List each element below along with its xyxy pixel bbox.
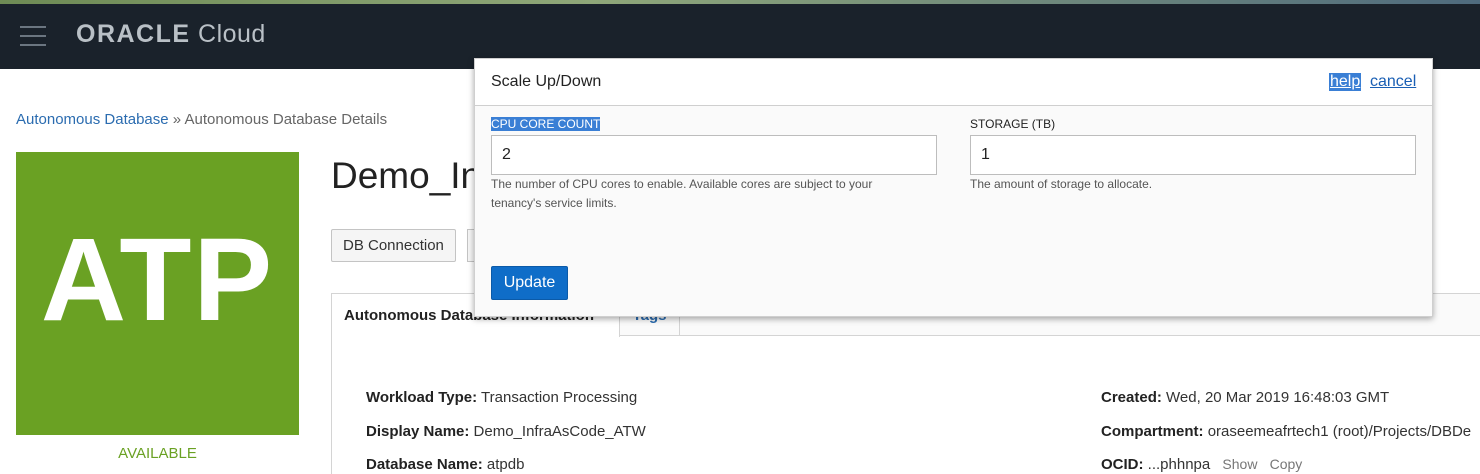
database-name-label: Database Name: xyxy=(366,456,483,473)
dialog-header: Scale Up/Down help cancel xyxy=(475,59,1432,106)
database-name-value: atpdb xyxy=(486,456,525,473)
display-name-label: Display Name: xyxy=(366,423,470,440)
workload-type-label: Workload Type: xyxy=(366,389,478,406)
cpu-core-count-label: CPU CORE COUNT xyxy=(491,117,601,131)
created-label: Created: xyxy=(1101,389,1162,406)
created-value: Wed, 20 Mar 2019 16:48:03 GMT xyxy=(1166,389,1390,406)
ocid-copy-link[interactable]: Copy xyxy=(1270,456,1303,472)
status-label: AVAILABLE xyxy=(118,445,197,462)
dialog-title: Scale Up/Down xyxy=(491,73,602,90)
breadcrumb-current: Autonomous Database Details xyxy=(184,111,388,128)
ocid-show-link[interactable]: Show xyxy=(1222,456,1257,472)
brand-oracle: ORACLE xyxy=(76,20,191,48)
storage-input[interactable] xyxy=(970,135,1416,175)
display-name-value: Demo_InfraAsCode_ATW xyxy=(473,423,646,440)
atp-tile: ATP xyxy=(16,152,299,435)
scale-up-down-dialog: Scale Up/Down help cancel CPU CORE COUNT… xyxy=(474,58,1433,317)
oracle-cloud-logo[interactable]: ORACLE Cloud xyxy=(76,20,266,49)
breadcrumb-separator: » xyxy=(172,111,182,128)
update-button[interactable]: Update xyxy=(491,266,568,300)
breadcrumb-link-autonomous-database[interactable]: Autonomous Database xyxy=(16,111,169,128)
hamburger-menu-icon[interactable] xyxy=(20,26,46,46)
ocid-label: OCID: xyxy=(1101,456,1144,473)
help-link[interactable]: help xyxy=(1329,73,1362,91)
brand-cloud: Cloud xyxy=(198,20,266,48)
info-created: Created: Wed, 20 Mar 2019 16:48:03 GMT xyxy=(1101,389,1389,406)
compartment-value: oraseemeafrtech1 (root)/Projects/DBDe xyxy=(1207,423,1472,440)
db-connection-button[interactable]: DB Connection xyxy=(331,229,456,262)
cpu-core-count-input[interactable] xyxy=(491,135,937,175)
ocid-value: ...phhnpa xyxy=(1147,456,1211,473)
atp-tile-text: ATP xyxy=(40,214,275,346)
storage-help: The amount of storage to allocate. xyxy=(970,177,1153,191)
storage-label: STORAGE (TB) xyxy=(970,117,1056,131)
compartment-label: Compartment: xyxy=(1101,423,1204,440)
info-display-name: Display Name: Demo_InfraAsCode_ATW xyxy=(366,423,646,440)
cancel-link[interactable]: cancel xyxy=(1370,73,1416,91)
workload-type-value: Transaction Processing xyxy=(481,389,638,406)
info-database-name: Database Name: atpdb xyxy=(366,456,524,473)
cpu-core-count-help: The number of CPU cores to enable. Avail… xyxy=(491,177,873,210)
details-tabs-panel: Autonomous Database Information Tags xyxy=(331,293,1480,474)
info-compartment: Compartment: oraseemeafrtech1 (root)/Pro… xyxy=(1101,423,1471,440)
info-ocid: OCID: ...phhnpa Show Copy xyxy=(1101,456,1302,473)
breadcrumb: Autonomous Database » Autonomous Databas… xyxy=(16,111,387,128)
info-workload-type: Workload Type: Transaction Processing xyxy=(366,389,637,406)
